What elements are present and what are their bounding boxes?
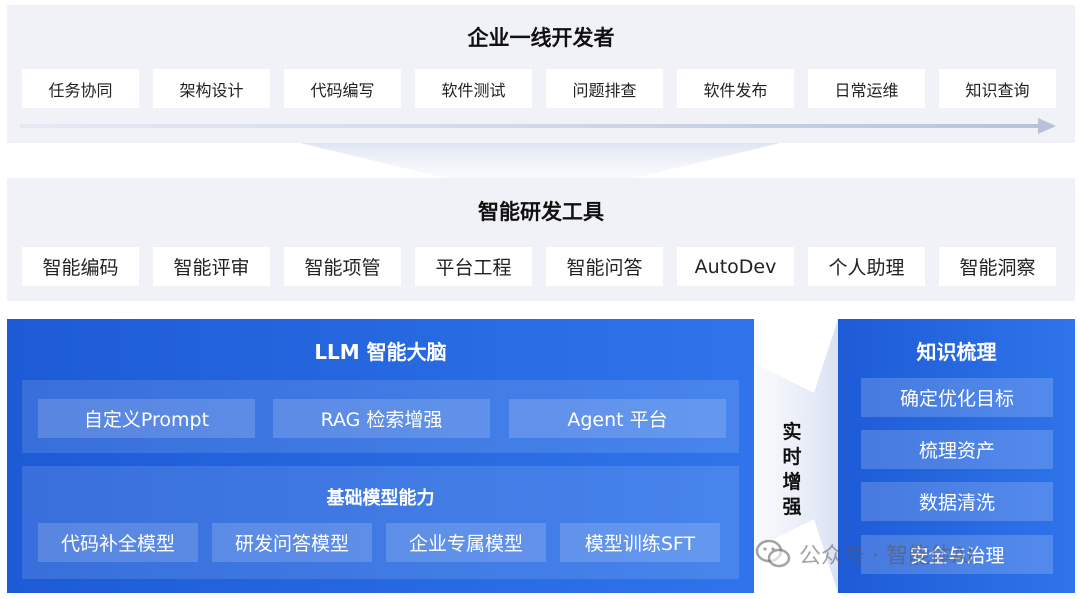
watermark-text: 公众号 · 智能体AI <box>799 544 974 569</box>
tool-item: 智能评审 <box>153 247 270 286</box>
realtime-char: 增 <box>782 471 802 493</box>
knowledge-item: 数据清洗 <box>861 482 1053 521</box>
tool-item: AutoDev <box>677 247 794 286</box>
wechat-icon <box>755 539 791 568</box>
funnel-connector <box>300 143 780 179</box>
tool-item: 个人助理 <box>808 247 925 286</box>
knowledge-title: 知识梳理 <box>916 340 997 364</box>
model-chip: 企业专属模型 <box>386 523 546 562</box>
watermark: 公众号 · 智能体AI <box>755 538 974 570</box>
base-model-title: 基础模型能力 <box>326 488 435 509</box>
model-chip: 模型训练SFT <box>560 523 720 562</box>
dev-item: 代码编写 <box>284 69 401 108</box>
brain-chip-rag: RAG 检索增强 <box>273 399 490 438</box>
model-chip: 代码补全模型 <box>38 523 198 562</box>
tool-item: 智能洞察 <box>939 247 1056 286</box>
tool-item: 平台工程 <box>415 247 532 286</box>
tool-item: 智能项管 <box>284 247 401 286</box>
dev-item: 日常运维 <box>808 69 925 108</box>
dev-item: 架构设计 <box>153 69 270 108</box>
dev-item: 软件测试 <box>415 69 532 108</box>
developer-title: 企业一线开发者 <box>467 26 615 50</box>
tool-item: 智能问答 <box>546 247 663 286</box>
dev-item: 知识查询 <box>939 69 1056 108</box>
realtime-char: 实 <box>782 421 802 443</box>
dev-item: 软件发布 <box>677 69 794 108</box>
realtime-label: 实 时 增 强 <box>780 420 804 520</box>
realtime-char: 强 <box>782 496 802 518</box>
dev-item: 问题排查 <box>546 69 663 108</box>
model-chip: 研发问答模型 <box>212 523 372 562</box>
tool-item: 智能编码 <box>22 247 139 286</box>
flow-arrow <box>20 118 1056 134</box>
dev-item: 任务协同 <box>22 69 139 108</box>
knowledge-item: 确定优化目标 <box>861 378 1053 417</box>
knowledge-item: 梳理资产 <box>861 430 1053 469</box>
tools-title: 智能研发工具 <box>478 200 604 224</box>
brain-chip-agent: Agent 平台 <box>509 399 726 438</box>
brain-chip-prompt: 自定义Prompt <box>38 399 255 438</box>
llm-brain-title: LLM 智能大脑 <box>314 340 447 364</box>
realtime-char: 时 <box>782 446 802 468</box>
